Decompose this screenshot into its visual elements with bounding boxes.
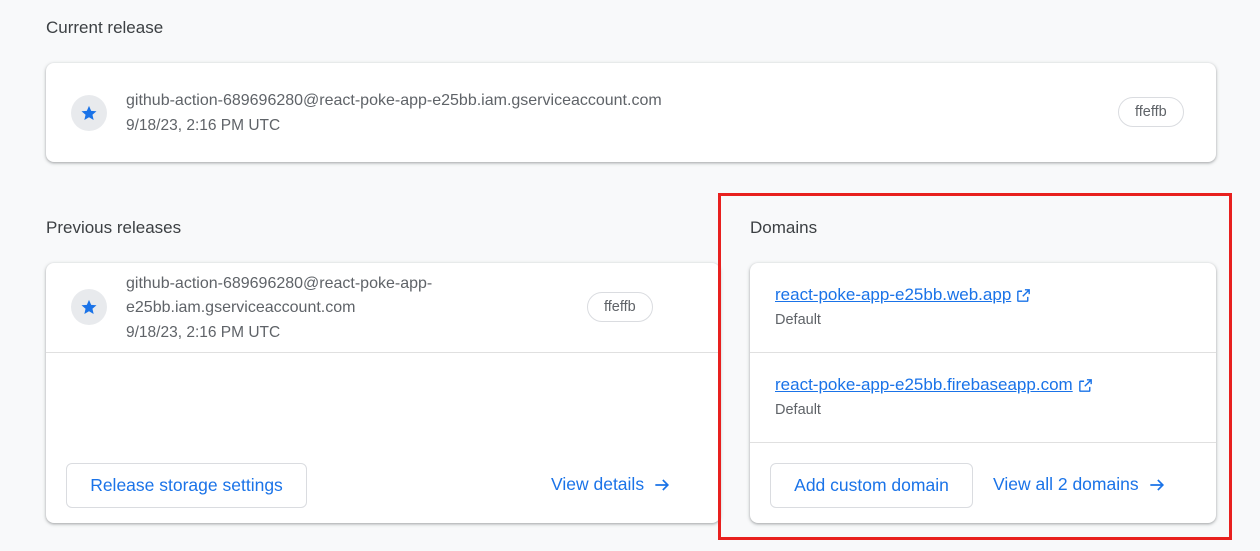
previous-releases-card: github-action-689696280@react-poke-app- … bbox=[46, 263, 720, 523]
view-all-domains-button[interactable]: View all 2 domains bbox=[993, 474, 1167, 495]
release-account-line2: e25bb.iam.gserviceaccount.com bbox=[126, 299, 356, 316]
domains-card: react-poke-app-e25bb.web.app Default rea… bbox=[750, 263, 1216, 523]
domain-link-web-app[interactable]: react-poke-app-e25bb.web.app bbox=[775, 285, 1032, 305]
domains-heading: Domains bbox=[750, 218, 818, 237]
domain-default-label: Default bbox=[775, 402, 821, 418]
current-release-heading: Current release bbox=[46, 18, 164, 37]
divider bbox=[750, 442, 1216, 443]
arrow-right-icon bbox=[655, 478, 670, 491]
external-link-icon bbox=[1078, 378, 1092, 392]
view-details-label: View details bbox=[551, 474, 645, 494]
view-details-button[interactable]: View details bbox=[551, 474, 672, 495]
star-avatar bbox=[71, 95, 107, 131]
star-icon bbox=[81, 105, 97, 121]
domain-url: react-poke-app-e25bb.firebaseapp.com bbox=[775, 375, 1073, 394]
release-account: github-action-689696280@react-poke-app-e… bbox=[126, 92, 662, 109]
version-chip[interactable]: ffeffb bbox=[1118, 97, 1184, 127]
release-timestamp: 9/18/23, 2:16 PM UTC bbox=[126, 324, 281, 341]
view-all-domains-label: View all 2 domains bbox=[993, 474, 1139, 494]
release-timestamp: 9/18/23, 2:16 PM UTC bbox=[126, 117, 281, 134]
external-link-icon bbox=[1017, 288, 1031, 302]
previous-releases-heading: Previous releases bbox=[46, 218, 182, 237]
version-chip[interactable]: ffeffb bbox=[587, 292, 653, 322]
current-release-card: github-action-689696280@react-poke-app-e… bbox=[46, 63, 1216, 162]
star-avatar bbox=[71, 289, 107, 325]
domain-link-firebaseapp[interactable]: react-poke-app-e25bb.firebaseapp.com bbox=[775, 375, 1094, 395]
add-custom-domain-button[interactable]: Add custom domain bbox=[770, 463, 973, 508]
divider bbox=[750, 352, 1216, 353]
release-storage-settings-button[interactable]: Release storage settings bbox=[66, 463, 307, 508]
release-account-line1: github-action-689696280@react-poke-app- bbox=[126, 275, 433, 292]
divider bbox=[46, 352, 720, 353]
arrow-right-icon bbox=[1149, 478, 1164, 491]
domain-default-label: Default bbox=[775, 312, 821, 328]
star-icon bbox=[81, 299, 97, 315]
domain-url: react-poke-app-e25bb.web.app bbox=[775, 285, 1012, 304]
